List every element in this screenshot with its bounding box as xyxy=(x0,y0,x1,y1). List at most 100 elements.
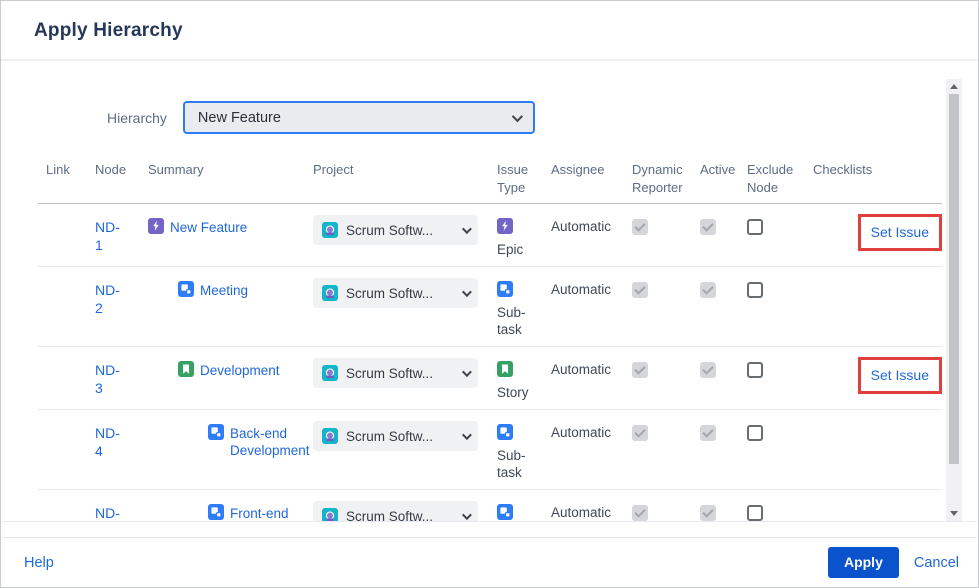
issue-type-cell: Story xyxy=(497,361,541,401)
set-issue-highlight-box: Set Issue xyxy=(858,214,942,251)
dynamic-reporter-checkbox xyxy=(632,362,648,378)
project-select-value: Scrum Softw... xyxy=(346,223,462,238)
summary-link[interactable]: New Feature xyxy=(170,218,247,236)
active-checkbox xyxy=(700,219,716,235)
story-icon xyxy=(497,361,513,377)
header-issue-type: Issue Type xyxy=(489,151,543,204)
project-avatar-icon xyxy=(322,508,338,522)
project-select[interactable]: Scrum Softw... xyxy=(313,215,478,245)
project-select[interactable]: Scrum Softw... xyxy=(313,501,478,522)
active-checkbox xyxy=(700,425,716,441)
header-link: Link xyxy=(38,151,87,204)
apply-hierarchy-modal: Apply Hierarchy Hierarchy New Feature Li… xyxy=(0,0,979,588)
project-avatar-icon xyxy=(322,285,338,301)
project-select[interactable]: Scrum Softw... xyxy=(313,278,478,308)
issue-type-label: Epic xyxy=(497,242,523,257)
exclude-node-checkbox[interactable] xyxy=(747,362,763,378)
chevron-down-icon xyxy=(462,430,472,440)
summary-link[interactable]: Development xyxy=(200,361,280,379)
story-icon xyxy=(178,361,194,377)
dynamic-reporter-checkbox xyxy=(632,425,648,441)
link-cell xyxy=(38,204,87,267)
issue-type-label: Story xyxy=(497,385,529,400)
header-dynamic-reporter: Dynamic Reporter xyxy=(624,151,692,204)
hierarchy-table: Link Node Summary Project Issue Type Ass… xyxy=(38,151,942,522)
active-checkbox xyxy=(700,505,716,521)
issue-type-cell: Epic xyxy=(497,218,541,258)
assignee-value: Automatic xyxy=(551,219,611,234)
scroll-down-icon[interactable] xyxy=(946,506,962,521)
modal-body: Hierarchy New Feature Link Node Summary … xyxy=(2,63,977,522)
summary-link[interactable]: Meeting xyxy=(200,281,248,299)
dynamic-reporter-checkbox xyxy=(632,505,648,521)
table-row: ND-2 Meeting Scrum Softw... Sub-task Aut… xyxy=(38,267,942,347)
chevron-down-icon xyxy=(462,510,472,520)
hierarchy-form-row: Hierarchy New Feature xyxy=(107,101,977,134)
project-select-value: Scrum Softw... xyxy=(346,286,462,301)
node-link[interactable]: ND-5 xyxy=(95,504,127,522)
project-select[interactable]: Scrum Softw... xyxy=(313,421,478,451)
dynamic-reporter-checkbox xyxy=(632,219,648,235)
apply-button[interactable]: Apply xyxy=(828,547,899,578)
summary-link[interactable]: Front-end Development xyxy=(230,504,310,522)
help-link[interactable]: Help xyxy=(24,555,54,571)
subtask-icon xyxy=(497,281,513,297)
table-row: ND-5 Front-end Development Scrum Softw..… xyxy=(38,490,942,523)
chevron-down-icon xyxy=(462,224,472,234)
header-assignee: Assignee xyxy=(543,151,624,204)
active-checkbox xyxy=(700,282,716,298)
table-header-row: Link Node Summary Project Issue Type Ass… xyxy=(38,151,942,204)
epic-icon xyxy=(497,218,513,234)
exclude-node-checkbox[interactable] xyxy=(747,425,763,441)
set-issue-highlight-box: Set Issue xyxy=(858,357,942,394)
hierarchy-select[interactable]: New Feature xyxy=(183,101,535,134)
node-link[interactable]: ND-3 xyxy=(95,361,127,397)
assignee-value: Automatic xyxy=(551,282,611,297)
epic-icon xyxy=(148,218,164,234)
exclude-node-checkbox[interactable] xyxy=(747,282,763,298)
header-checklists: Checklists xyxy=(805,151,942,204)
hierarchy-select-value: New Feature xyxy=(198,110,281,126)
exclude-node-checkbox[interactable] xyxy=(747,219,763,235)
project-select-value: Scrum Softw... xyxy=(346,429,462,444)
subtask-icon xyxy=(178,281,194,297)
modal-header: Apply Hierarchy xyxy=(1,1,978,61)
summary-link[interactable]: Back-end Development xyxy=(230,424,310,459)
project-select-value: Scrum Softw... xyxy=(346,509,462,523)
set-issue-link[interactable]: Set Issue xyxy=(871,367,929,383)
exclude-node-checkbox[interactable] xyxy=(747,505,763,521)
link-cell xyxy=(38,267,87,347)
set-issue-link[interactable]: Set Issue xyxy=(871,224,929,240)
header-exclude-node: Exclude Node xyxy=(739,151,805,204)
issue-type-label: Sub-task xyxy=(497,448,526,480)
modal-footer: Help Apply Cancel xyxy=(2,537,977,587)
node-link[interactable]: ND-1 xyxy=(95,218,127,254)
subtask-icon xyxy=(497,504,513,520)
project-avatar-icon xyxy=(322,222,338,238)
issue-type-cell: Sub-task xyxy=(497,424,541,481)
dynamic-reporter-checkbox xyxy=(632,282,648,298)
table-body: ND-1 New Feature Scrum Softw... Epic Aut… xyxy=(38,204,942,523)
project-select-value: Scrum Softw... xyxy=(346,366,462,381)
active-checkbox xyxy=(700,362,716,378)
issue-type-cell: Sub-task xyxy=(497,281,541,338)
vertical-scrollbar[interactable] xyxy=(946,79,962,521)
table-row: ND-4 Back-end Development Scrum Softw...… xyxy=(38,410,942,490)
link-cell xyxy=(38,410,87,490)
chevron-down-icon xyxy=(462,367,472,377)
header-node: Node xyxy=(87,151,140,204)
scrollbar-thumb[interactable] xyxy=(949,94,959,464)
node-link[interactable]: ND-2 xyxy=(95,281,127,317)
scroll-up-icon[interactable] xyxy=(946,79,962,94)
link-cell xyxy=(38,347,87,410)
assignee-value: Automatic xyxy=(551,362,611,377)
table-row: ND-3 Development Scrum Softw... Story Au… xyxy=(38,347,942,410)
assignee-value: Automatic xyxy=(551,425,611,440)
project-select[interactable]: Scrum Softw... xyxy=(313,358,478,388)
issue-type-cell: Sub-task xyxy=(497,504,541,522)
cancel-button[interactable]: Cancel xyxy=(914,555,959,571)
table-row: ND-1 New Feature Scrum Softw... Epic Aut… xyxy=(38,204,942,267)
chevron-down-icon xyxy=(512,110,523,121)
header-active: Active xyxy=(692,151,739,204)
node-link[interactable]: ND-4 xyxy=(95,424,127,460)
